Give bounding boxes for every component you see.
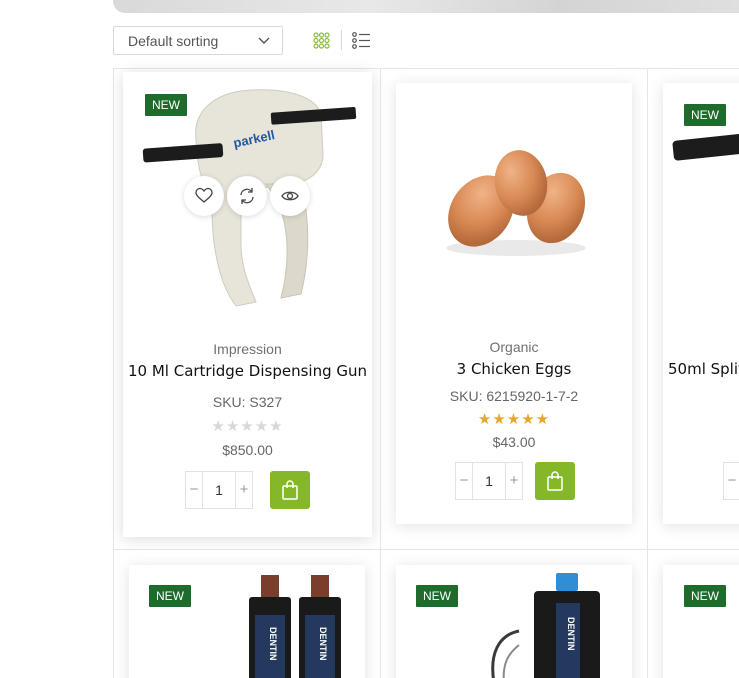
grid-divider [647, 68, 648, 678]
new-badge: NEW [684, 585, 726, 607]
product-card[interactable]: Organic 3 Chicken Eggs SKU: 6215920-1-7-… [396, 83, 632, 524]
cartridge-label: DENTIN [318, 627, 328, 661]
product-sku: SKU: S327 [212, 394, 283, 410]
new-badge: NEW [149, 585, 191, 607]
product-image[interactable]: DENTIN DENTIN [241, 575, 351, 678]
product-title[interactable]: 50ml Split C [668, 360, 739, 378]
grid-divider [113, 549, 739, 550]
rating-stars: ★★★★★ [211, 418, 284, 435]
rating-stars: ★★★★★ [477, 411, 551, 428]
quantity-input[interactable]: 1 [203, 471, 235, 509]
product-image[interactable]: DENTIN [484, 573, 604, 678]
product-card[interactable]: NEW 50ml Split C − [663, 83, 739, 524]
sorting-select-value: Default sorting [128, 33, 219, 49]
chevron-down-icon [258, 37, 270, 44]
add-to-cart-button[interactable] [270, 471, 310, 509]
product-image[interactable] [671, 131, 739, 351]
quantity-stepper[interactable]: − 1 + [455, 462, 523, 500]
grid-view-icon[interactable] [313, 32, 330, 49]
product-card[interactable]: NEW parkell Impression 10 Ml Cartridge D… [123, 72, 372, 537]
shopping-bag-icon [282, 480, 298, 500]
product-sku: SKU: 6215920-1-7-2 [449, 388, 579, 404]
quantity-decrease-button[interactable]: − [723, 462, 739, 500]
list-view-icon[interactable] [352, 32, 370, 49]
quick-view-button[interactable] [270, 176, 310, 216]
add-to-cart-button[interactable] [535, 462, 575, 500]
product-price: $43.00 [492, 434, 536, 450]
cartridge-label: DENTIN [566, 617, 576, 651]
product-card[interactable]: NEW DENTIN [396, 565, 632, 678]
quantity-stepper[interactable]: − [723, 462, 739, 500]
quantity-decrease-button[interactable]: − [185, 471, 203, 509]
eye-icon [281, 191, 299, 201]
product-category[interactable]: Impression [123, 341, 372, 357]
product-price: $850.00 [222, 442, 273, 458]
quantity-decrease-button[interactable]: − [455, 462, 473, 500]
product-title[interactable]: 10 Ml Cartridge Dispensing Gun [123, 362, 372, 380]
wishlist-button[interactable] [184, 176, 224, 216]
quantity-stepper[interactable]: − 1 + [185, 471, 253, 509]
product-category[interactable]: Organic [396, 339, 632, 355]
quantity-input[interactable]: 1 [473, 462, 505, 500]
product-image[interactable] [436, 123, 596, 263]
product-card[interactable]: NEW DENTIN DENTIN [129, 565, 365, 678]
heart-icon [195, 187, 213, 203]
new-badge: NEW [684, 104, 726, 126]
compare-button[interactable] [227, 176, 267, 216]
shopping-bag-icon [547, 471, 563, 491]
view-separator [341, 30, 342, 50]
new-badge: NEW [416, 585, 458, 607]
product-card[interactable]: NEW [663, 565, 739, 678]
grid-divider [380, 68, 381, 678]
quantity-increase-button[interactable]: + [235, 471, 253, 509]
product-title[interactable]: 3 Chicken Eggs [396, 360, 632, 378]
compare-icon [240, 188, 254, 204]
quantity-increase-button[interactable]: + [505, 462, 523, 500]
grid-divider [113, 68, 114, 678]
top-banner [113, 0, 739, 13]
grid-divider [113, 68, 739, 69]
cartridge-label: DENTIN [268, 627, 278, 661]
sorting-select[interactable]: Default sorting [113, 26, 283, 55]
